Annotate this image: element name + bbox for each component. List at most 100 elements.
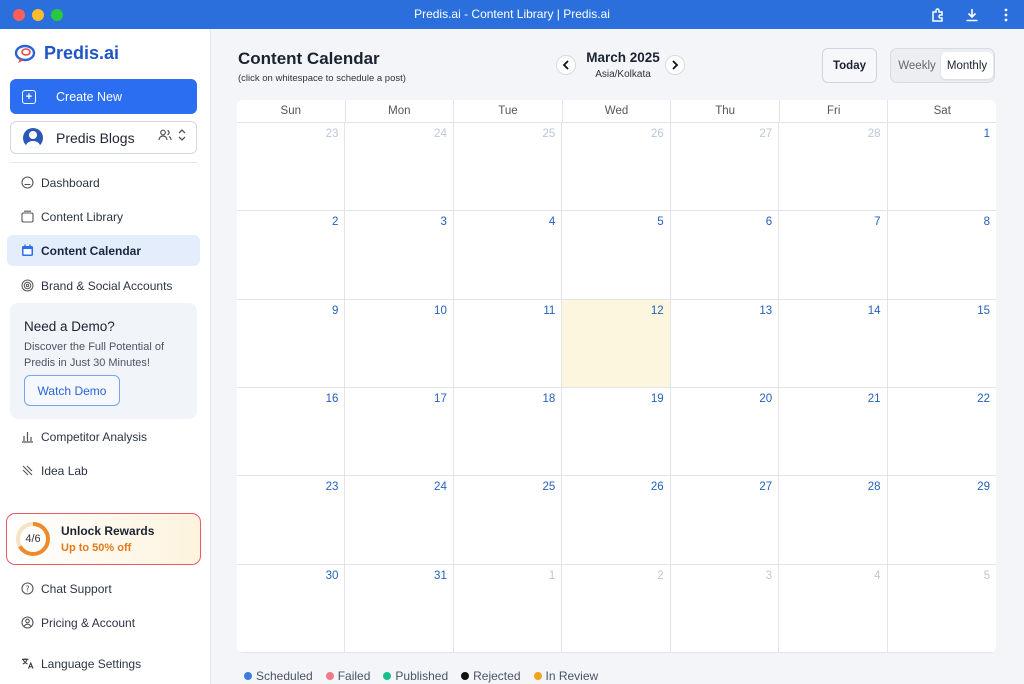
sidebar-item-content-library[interactable]: Content Library [7,201,200,232]
brand-logo[interactable]: Predis.ai [14,43,119,64]
calendar-day-cell[interactable]: 6 [670,211,780,300]
calendar-day-cell[interactable]: 4 [779,564,888,653]
calendar-day-cell[interactable]: 25 [453,476,563,565]
view-toggle: Weekly Monthly [890,48,995,83]
calendar-day-cell[interactable]: 10 [345,299,454,388]
calendar-day-cell[interactable]: 3 [670,564,780,653]
calendar-day-cell[interactable]: 28 [779,476,888,565]
library-icon [21,210,34,223]
sidebar-item-competitor-analysis[interactable]: Competitor Analysis [7,421,200,452]
calendar-day-cell[interactable]: 20 [670,388,780,477]
watch-demo-button[interactable]: Watch Demo [24,375,120,406]
calendar-day-cell[interactable]: 2 [237,211,346,300]
calendar-day-cell[interactable]: 23 [237,123,346,212]
demo-text: Discover the Full Potential of Predis in… [24,341,165,369]
calendar-day-cell[interactable]: 29 [887,476,996,565]
team-icon[interactable] [158,129,172,141]
monthly-view-button[interactable]: Monthly [941,52,993,79]
day-number: 3 [765,569,773,582]
calendar-day-cell[interactable]: 8 [887,211,996,300]
rewards-title: Unlock Rewards [61,524,155,538]
legend-item-published: Published [383,669,448,683]
today-button[interactable]: Today [822,48,877,83]
workspace-avatar-icon [23,127,43,148]
calendar-day-cell[interactable]: 3 [345,211,454,300]
dashboard-icon [21,176,34,189]
extension-icon[interactable] [929,6,947,24]
sidebar-item-dashboard[interactable]: Dashboard [7,167,200,198]
sidebar-item-chat-support[interactable]: ? Chat Support [7,573,200,604]
calendar-day-cell[interactable]: 22 [887,388,996,477]
day-number: 30 [325,569,339,582]
calendar-day-cell[interactable]: 27 [670,476,780,565]
sidebar-item-label: Brand & Social Accounts [41,278,173,293]
calendar-day-cell[interactable]: 30 [237,564,346,653]
window-title: Predis.ai - Content Library | Predis.ai [414,7,610,21]
calendar-day-cell[interactable]: 14 [779,299,888,388]
calendar-day-cell-today[interactable]: 12 [562,299,671,388]
sidebar-item-label: Dashboard [41,175,100,190]
day-number: 10 [434,304,447,317]
day-number: 19 [650,393,664,405]
calendar-day-cell[interactable]: 31 [345,564,454,653]
day-number: 13 [759,304,773,317]
weekday-label: Mon [346,100,455,122]
day-number: 25 [542,481,556,494]
calendar-day-cell[interactable]: 18 [453,388,563,477]
sidebar-item-idea-lab[interactable]: Idea Lab [7,455,200,486]
calendar-day-cell[interactable]: 5 [562,211,671,300]
sidebar-item-pricing-account[interactable]: Pricing & Account [7,607,200,638]
sidebar-divider [10,162,197,163]
download-icon[interactable] [963,6,981,24]
help-icon: ? [21,582,34,595]
calendar-day-cell[interactable]: 1 [887,123,996,212]
day-number: 3 [440,216,447,229]
day-number: 1 [548,569,556,582]
day-number: 2 [657,569,664,582]
main-content: Content Calendar (click on whitespace to… [211,29,1024,684]
calendar-day-cell[interactable]: 21 [779,388,888,477]
calendar-day-cell[interactable]: 2 [562,564,671,653]
calendar-day-cell[interactable]: 16 [237,388,346,477]
create-new-label: Create New [56,89,122,104]
calendar-day-cell[interactable]: 7 [779,211,888,300]
next-month-button[interactable] [665,55,685,75]
calendar-day-cell[interactable]: 5 [887,565,996,653]
calendar-day-cell[interactable]: 17 [345,388,454,477]
calendar-day-cell[interactable]: 27 [670,123,780,212]
sidebar-item-content-calendar[interactable]: Content Calendar [7,235,200,266]
sidebar-item-brand-social[interactable]: Brand & Social Accounts [7,270,200,301]
weekly-view-button[interactable]: Weekly [893,52,941,79]
create-new-button[interactable]: + Create New [10,79,197,114]
calendar-day-cell[interactable]: 15 [887,300,996,388]
day-number: 11 [543,304,556,317]
calendar-day-cell[interactable]: 11 [453,299,563,388]
day-number: 31 [434,569,447,582]
calendar-day-cell[interactable]: 26 [562,123,671,212]
calendar-day-cell[interactable]: 23 [237,476,346,565]
calendar-day-cell[interactable]: 4 [453,211,563,300]
calendar-day-cell[interactable]: 24 [345,476,454,565]
calendar-day-cell[interactable]: 13 [670,299,780,388]
calendar-day-cell[interactable]: 28 [779,123,888,212]
calendar-day-cell[interactable]: 1 [453,564,563,653]
workspace-selector[interactable]: Predis Blogs [10,121,197,154]
sparkle-icon [21,464,34,477]
day-number: 27 [759,128,773,140]
legend-item-failed: Failed [325,669,370,683]
more-menu-icon[interactable] [997,6,1015,24]
sidebar-item-label: Competitor Analysis [41,429,148,444]
prev-month-button[interactable] [556,55,576,75]
chevron-left-icon [562,60,569,70]
calendar-day-cell[interactable]: 9 [237,299,346,388]
calendar-day-cell[interactable]: 25 [453,123,563,212]
calendar-day-cell[interactable]: 24 [345,123,454,212]
weekday-label: Sun [237,100,346,122]
sidebar-item-language-settings[interactable]: Language Settings [7,648,200,679]
chevron-updown-icon[interactable] [178,128,186,142]
calendar-day-cell[interactable]: 19 [562,388,671,477]
day-number: 29 [977,481,990,494]
rewards-progress: 4/6 [25,533,41,545]
calendar-day-cell[interactable]: 26 [562,476,671,565]
rewards-card[interactable]: 4/6 Unlock Rewards Up to 50% off [6,513,201,565]
